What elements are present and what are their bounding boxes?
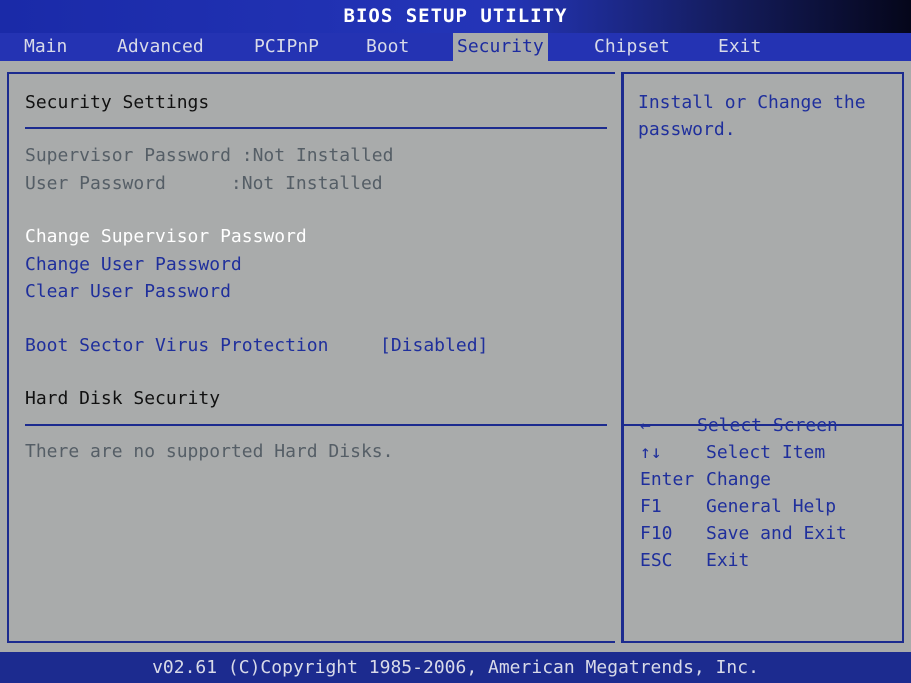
menu-bar: Main Advanced PCIPnP Boot Security Chips… (0, 33, 911, 61)
key-hint-key: ESC (640, 550, 673, 571)
boot-sector-virus-protection-value[interactable]: [Disabled] (380, 335, 488, 356)
key-hint-action: Change (706, 469, 772, 490)
tab-pcipnp[interactable]: PCIPnP (250, 33, 323, 61)
change-user-password-item[interactable]: Change User Password (25, 254, 242, 275)
key-updown-arrow-icon: ↑↓ (640, 442, 662, 463)
user-password-status: User Password :Not Installed (25, 173, 383, 194)
tab-exit[interactable]: Exit (714, 33, 765, 61)
section-divider (25, 127, 607, 129)
window-title: BIOS SETUP UTILITY (0, 0, 911, 33)
key-hint-action: Select Screen (697, 415, 838, 436)
key-hint-action: Save and Exit (706, 523, 847, 544)
no-hard-disks-message: There are no supported Hard Disks. (25, 441, 394, 462)
tab-boot[interactable]: Boot (362, 33, 413, 61)
key-hint-key: Enter (640, 469, 695, 490)
section-heading-security: Security Settings (25, 92, 210, 113)
key-hint-key: F1 (640, 496, 662, 517)
help-text: password. (638, 119, 736, 140)
change-supervisor-password-item[interactable]: Change Supervisor Password (25, 226, 307, 247)
tab-main[interactable]: Main (20, 33, 71, 61)
copyright-footer: v02.61 (C)Copyright 1985-2006, American … (0, 652, 911, 683)
help-text: Install or Change the (638, 92, 866, 113)
tab-security[interactable]: Security (453, 33, 548, 61)
tab-advanced[interactable]: Advanced (113, 33, 208, 61)
section-heading-hard-disk: Hard Disk Security (25, 388, 221, 409)
boot-sector-virus-protection-item[interactable]: Boot Sector Virus Protection (25, 335, 328, 356)
section-divider (25, 424, 607, 426)
clear-user-password-item[interactable]: Clear User Password (25, 281, 231, 302)
main-frame: Security Settings Supervisor Password :N… (0, 61, 911, 652)
key-hint-action: Exit (706, 550, 750, 571)
supervisor-password-status: Supervisor Password :Not Installed (25, 145, 394, 166)
key-hint-action: Select Item (706, 442, 826, 463)
key-hint-key: F10 (640, 523, 673, 544)
key-hint-action: General Help (706, 496, 837, 517)
key-left-arrow-icon: ← (640, 415, 651, 436)
tab-chipset[interactable]: Chipset (590, 33, 674, 61)
